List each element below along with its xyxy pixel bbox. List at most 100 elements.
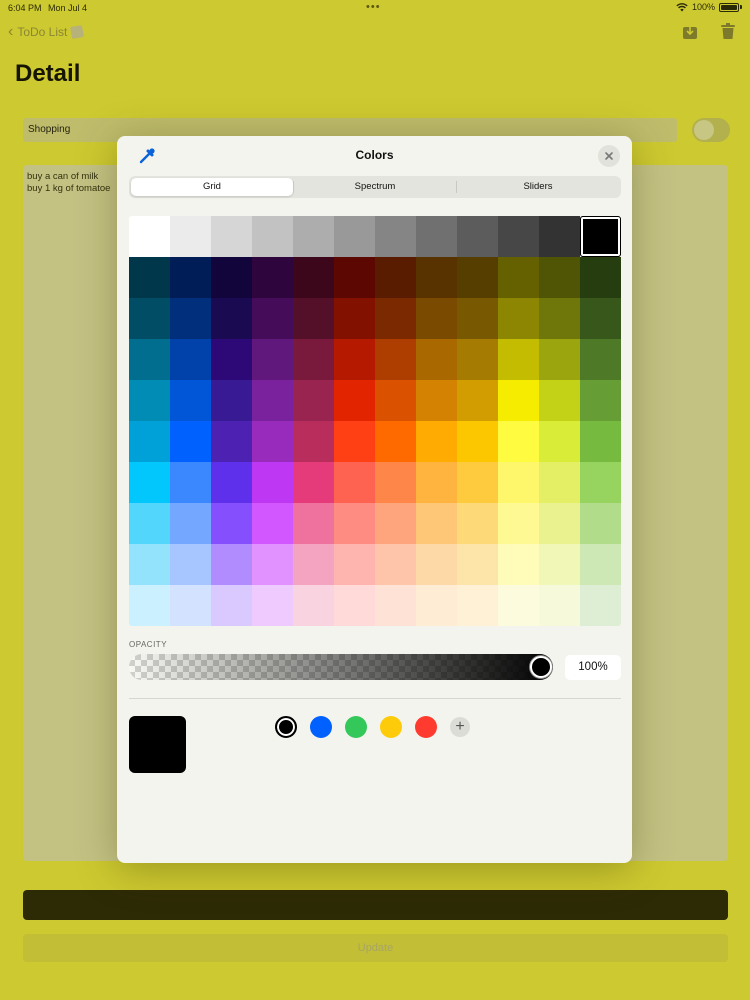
saved-swatch[interactable] — [275, 716, 297, 738]
color-cell[interactable] — [580, 298, 621, 339]
color-cell[interactable] — [498, 421, 539, 462]
color-cell[interactable] — [457, 544, 498, 585]
color-cell[interactable] — [539, 298, 580, 339]
color-cell[interactable] — [211, 257, 252, 298]
color-cell[interactable] — [498, 298, 539, 339]
color-cell[interactable] — [129, 544, 170, 585]
color-cell[interactable] — [211, 421, 252, 462]
color-cell[interactable] — [416, 298, 457, 339]
color-cell[interactable] — [129, 257, 170, 298]
color-cell[interactable] — [170, 257, 211, 298]
color-cell[interactable] — [498, 380, 539, 421]
color-cell[interactable] — [252, 216, 293, 257]
color-cell[interactable] — [539, 421, 580, 462]
color-cell[interactable] — [293, 503, 334, 544]
color-cell[interactable] — [170, 380, 211, 421]
saved-swatch[interactable] — [380, 716, 402, 738]
color-cell[interactable] — [211, 462, 252, 503]
color-cell[interactable] — [539, 216, 580, 257]
color-cell[interactable] — [416, 544, 457, 585]
color-cell[interactable] — [498, 462, 539, 503]
color-cell[interactable] — [580, 421, 621, 462]
tab-spectrum[interactable]: Spectrum — [294, 178, 456, 196]
saved-swatch[interactable] — [310, 716, 332, 738]
opacity-slider[interactable] — [129, 654, 553, 680]
color-cell[interactable] — [211, 544, 252, 585]
update-button[interactable]: Update — [23, 934, 728, 962]
color-cell[interactable] — [580, 380, 621, 421]
color-cell[interactable] — [375, 339, 416, 380]
color-cell[interactable] — [539, 380, 580, 421]
color-cell[interactable] — [580, 339, 621, 380]
color-cell[interactable] — [334, 257, 375, 298]
color-cell[interactable] — [375, 544, 416, 585]
color-cell[interactable] — [334, 544, 375, 585]
color-cell[interactable] — [375, 462, 416, 503]
color-cell[interactable] — [539, 257, 580, 298]
color-cell[interactable] — [539, 339, 580, 380]
color-cell[interactable] — [129, 503, 170, 544]
color-cell[interactable] — [252, 380, 293, 421]
color-cell[interactable] — [580, 216, 621, 257]
color-cell[interactable] — [498, 503, 539, 544]
color-cell[interactable] — [252, 421, 293, 462]
color-cell[interactable] — [293, 462, 334, 503]
color-cell[interactable] — [129, 421, 170, 462]
opacity-slider-thumb[interactable] — [530, 656, 552, 678]
color-cell[interactable] — [293, 298, 334, 339]
color-cell[interactable] — [457, 380, 498, 421]
color-cell[interactable] — [457, 298, 498, 339]
tab-sliders[interactable]: Sliders — [457, 178, 619, 196]
color-cell[interactable] — [457, 585, 498, 626]
color-cell[interactable] — [375, 585, 416, 626]
color-cell[interactable] — [457, 339, 498, 380]
color-cell[interactable] — [170, 544, 211, 585]
saved-swatch[interactable] — [345, 716, 367, 738]
download-icon[interactable] — [682, 22, 698, 40]
color-cell[interactable] — [498, 585, 539, 626]
color-cell[interactable] — [416, 257, 457, 298]
color-cell[interactable] — [580, 257, 621, 298]
color-cell[interactable] — [539, 503, 580, 544]
color-cell[interactable] — [457, 421, 498, 462]
opacity-value-field[interactable]: 100% — [565, 655, 621, 680]
completed-toggle[interactable] — [692, 118, 730, 142]
color-cell[interactable] — [539, 544, 580, 585]
color-cell[interactable] — [170, 216, 211, 257]
color-cell[interactable] — [252, 257, 293, 298]
color-cell[interactable] — [498, 257, 539, 298]
color-cell[interactable] — [375, 257, 416, 298]
color-cell[interactable] — [293, 585, 334, 626]
color-cell[interactable] — [252, 298, 293, 339]
color-cell[interactable] — [498, 216, 539, 257]
color-cell[interactable] — [129, 339, 170, 380]
color-well[interactable] — [23, 890, 728, 920]
color-cell[interactable] — [457, 462, 498, 503]
color-cell[interactable] — [334, 216, 375, 257]
color-cell[interactable] — [129, 380, 170, 421]
color-cell[interactable] — [129, 216, 170, 257]
color-cell[interactable] — [129, 585, 170, 626]
color-cell[interactable] — [211, 585, 252, 626]
color-cell[interactable] — [170, 503, 211, 544]
color-cell[interactable] — [416, 421, 457, 462]
color-cell[interactable] — [293, 339, 334, 380]
add-swatch-button[interactable]: + — [450, 717, 470, 737]
color-cell[interactable] — [334, 503, 375, 544]
back-button[interactable]: ‹ ToDo List — [8, 24, 85, 40]
color-cell[interactable] — [375, 503, 416, 544]
color-cell[interactable] — [457, 257, 498, 298]
color-cell[interactable] — [375, 380, 416, 421]
color-cell[interactable] — [211, 380, 252, 421]
color-cell[interactable] — [375, 216, 416, 257]
color-cell[interactable] — [334, 339, 375, 380]
color-cell[interactable] — [416, 462, 457, 503]
color-cell[interactable] — [457, 503, 498, 544]
color-cell[interactable] — [129, 462, 170, 503]
multitasking-dots-icon[interactable]: ••• — [366, 1, 381, 13]
color-cell[interactable] — [416, 216, 457, 257]
color-cell[interactable] — [375, 298, 416, 339]
color-cell[interactable] — [211, 339, 252, 380]
color-cell[interactable] — [580, 462, 621, 503]
color-cell[interactable] — [170, 585, 211, 626]
